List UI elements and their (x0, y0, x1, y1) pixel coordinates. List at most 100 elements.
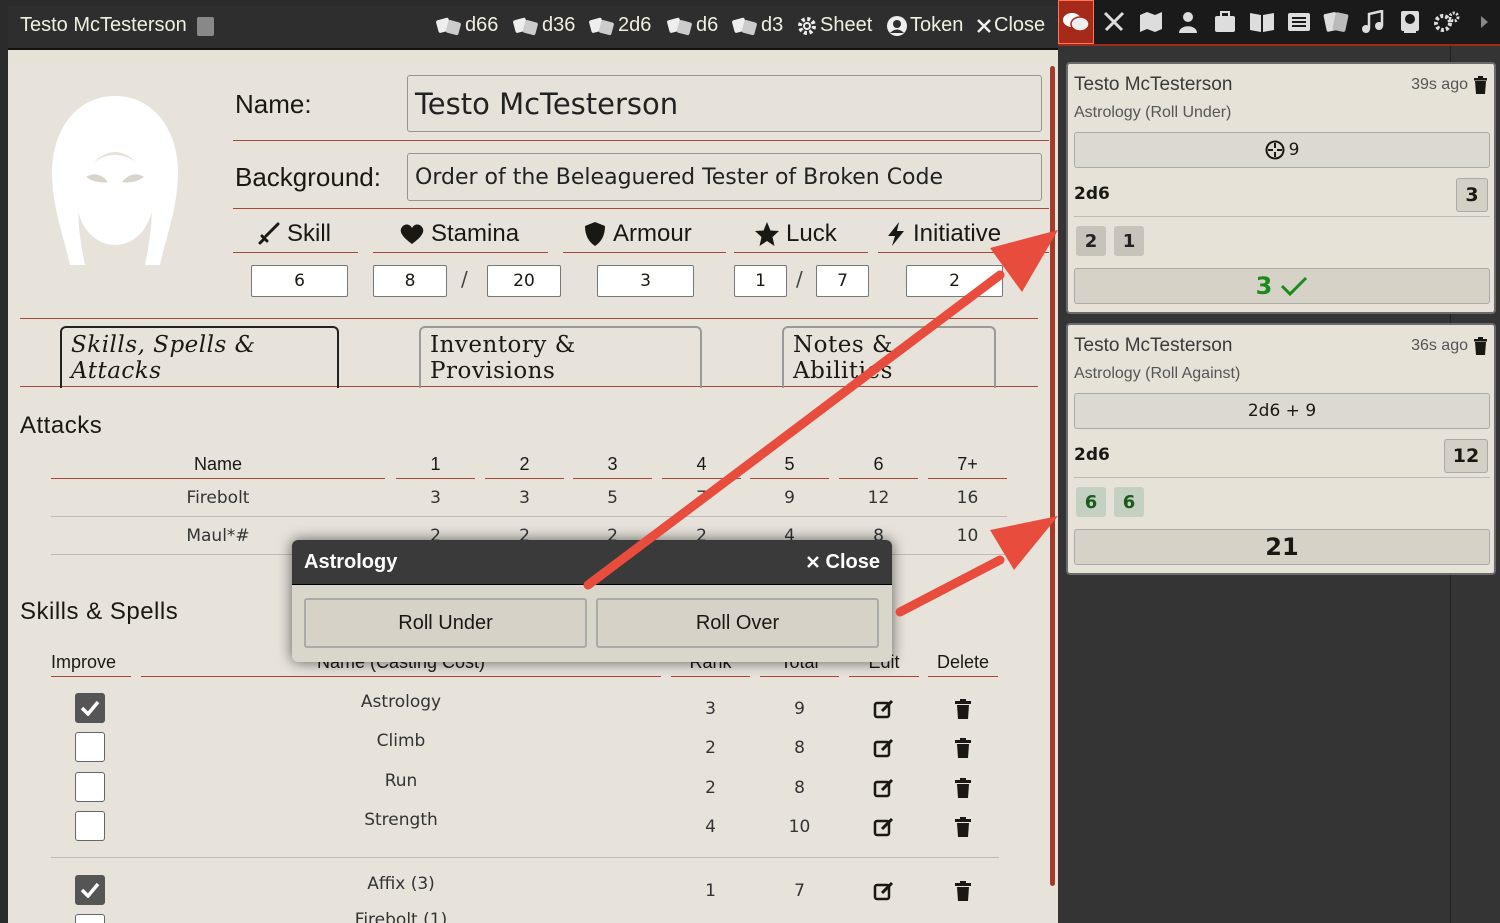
trash-icon[interactable] (952, 777, 974, 799)
tab-inventory-provisions[interactable]: Inventory & Provisions (419, 326, 702, 388)
combat-tab[interactable] (1100, 8, 1128, 36)
document-id-icon[interactable] (197, 17, 214, 36)
roll-formula[interactable]: 9 (1074, 132, 1490, 168)
skills-col-improve: Improve (51, 652, 117, 672)
roll-d3-button[interactable]: d3 (731, 14, 783, 37)
dice-divider (1074, 216, 1490, 217)
roll-d66-button[interactable]: d66 (435, 14, 498, 37)
edit-icon[interactable] (873, 737, 895, 759)
luck-separator: / (796, 267, 803, 291)
roll-total[interactable]: 21 (1074, 529, 1490, 565)
dice-divider (1074, 477, 1490, 478)
improve-checkbox[interactable] (75, 693, 105, 723)
luck-max-input[interactable]: 7 (816, 265, 869, 297)
improve-checkbox[interactable] (75, 875, 105, 905)
dialog-title: Astrology (304, 551, 398, 573)
spell-name[interactable]: Affix (3) (141, 874, 661, 894)
skill-name[interactable]: Strength (141, 810, 661, 830)
settings-tab[interactable] (1433, 8, 1461, 36)
roll-d6-button[interactable]: d6 (666, 14, 718, 37)
skill-total: 10 (788, 817, 811, 837)
skill-name[interactable]: Run (141, 771, 661, 791)
playlists-tab[interactable] (1359, 8, 1387, 36)
roll-formula[interactable]: 2d6 + 9 (1074, 393, 1490, 429)
attacks-col-7plus: 7+ (957, 454, 978, 474)
attack-name[interactable]: Firebolt (51, 488, 385, 508)
background-label: Background: (235, 162, 381, 192)
skill-name[interactable]: Astrology (141, 692, 661, 712)
trash-icon[interactable] (1473, 337, 1488, 355)
check-icon (80, 700, 100, 716)
dialog-header[interactable]: Astrology Close (292, 540, 892, 585)
collapse-sidebar-button[interactable] (1474, 8, 1494, 36)
stamina-current-input[interactable]: 8 (373, 265, 447, 297)
sheet-scrollbar[interactable] (1050, 66, 1055, 886)
attack-value: 9 (784, 488, 795, 508)
items-tab[interactable] (1211, 8, 1239, 36)
roll-over-button[interactable]: Roll Over (596, 598, 879, 648)
journal-tab[interactable] (1248, 8, 1276, 36)
improve-checkbox[interactable] (75, 811, 105, 841)
trash-icon[interactable] (952, 816, 974, 838)
spell-total: 7 (794, 881, 805, 901)
improve-checkbox[interactable] (75, 732, 105, 762)
scenes-tab[interactable] (1137, 8, 1165, 36)
trash-icon[interactable] (952, 698, 974, 720)
spell-rank: 1 (705, 881, 716, 901)
sheet-config-button[interactable]: Sheet (796, 14, 872, 37)
roll-under-button[interactable]: Roll Under (304, 598, 587, 648)
skill-total: 8 (794, 778, 805, 798)
initiative-input[interactable]: 2 (906, 265, 1003, 297)
cards-tab[interactable] (1322, 8, 1350, 36)
die-result: 2 (1076, 226, 1106, 256)
edit-icon[interactable] (873, 698, 895, 720)
luck-current-input[interactable]: 1 (734, 265, 787, 297)
dialog-close-button[interactable]: Close (806, 551, 880, 574)
attacks-header-underline (662, 478, 741, 479)
trash-icon[interactable] (952, 880, 974, 902)
trash-icon[interactable] (1473, 76, 1488, 94)
message-timestamp: 39s ago (1411, 76, 1468, 93)
chat-icon (1063, 13, 1090, 32)
actors-tab[interactable] (1174, 8, 1202, 36)
compendium-tab[interactable] (1396, 8, 1424, 36)
tab-notes-abilities[interactable]: Notes & Abilities (782, 326, 996, 388)
attacks-header-underline (750, 478, 829, 479)
attacks-col-2: 2 (519, 454, 530, 474)
sheet-window-header[interactable]: Testo McTesterson d66 d36 2d6 d6 d3 Shee… (8, 6, 1058, 50)
spell-name[interactable]: Firebolt (1) (141, 910, 661, 923)
token-config-button[interactable]: Token (886, 14, 963, 37)
chat-tab[interactable] (1058, 0, 1094, 44)
window-title: Testo McTesterson (20, 14, 187, 36)
armour-input[interactable]: 3 (597, 265, 694, 297)
roll-2d6-label: 2d6 (618, 14, 652, 36)
skill-name[interactable]: Climb (141, 731, 661, 751)
tables-tab[interactable] (1285, 8, 1313, 36)
edit-icon[interactable] (873, 777, 895, 799)
skill-rank: 2 (705, 778, 716, 798)
edit-icon[interactable] (873, 880, 895, 902)
roll-2d6-button[interactable]: 2d6 (588, 14, 651, 37)
stamina-max-input[interactable]: 20 (487, 265, 561, 297)
trash-icon[interactable] (952, 737, 974, 759)
message-speaker[interactable]: Testo McTesterson (1074, 335, 1232, 357)
skill-input[interactable]: 6 (251, 265, 348, 297)
attacks-header-underline (573, 478, 652, 479)
tab-skills-spells-attacks[interactable]: Skills, Spells & Attacks (60, 326, 339, 388)
attack-value: 16 (956, 488, 979, 508)
name-input[interactable]: Testo McTesterson (407, 75, 1042, 132)
improve-checkbox[interactable] (75, 772, 105, 802)
close-window-button[interactable]: Close (976, 14, 1045, 37)
background-input[interactable]: Order of the Beleaguered Tester of Broke… (407, 153, 1042, 201)
message-speaker[interactable]: Testo McTesterson (1074, 74, 1232, 96)
attacks-header-underline (485, 478, 564, 479)
improve-checkbox[interactable] (75, 914, 105, 923)
character-portrait[interactable] (40, 90, 190, 275)
roll-d36-label: d36 (542, 14, 576, 36)
name-underline (233, 140, 1049, 141)
roll-total[interactable]: 3 (1074, 268, 1490, 304)
die-result: 1 (1114, 226, 1144, 256)
skill-total: 9 (794, 699, 805, 719)
edit-icon[interactable] (873, 816, 895, 838)
roll-d36-button[interactable]: d36 (512, 14, 575, 37)
